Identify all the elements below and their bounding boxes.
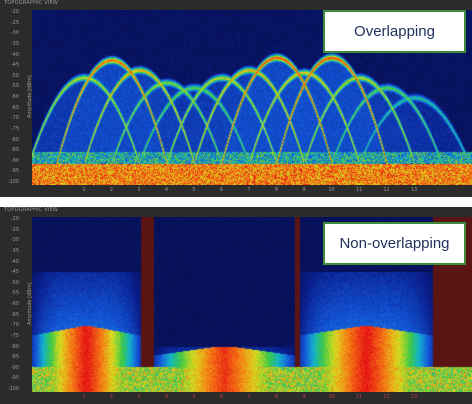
x-tick-label: 12 bbox=[383, 187, 390, 193]
x-tick-label: 4 bbox=[164, 187, 169, 193]
x-tick-label: 3 bbox=[137, 394, 141, 400]
y-tick-label: -90 bbox=[10, 157, 19, 164]
y-tick-label: -95 bbox=[10, 375, 19, 382]
spectrum-panel-non-overlapping: TOPOGRAPHIC VIEW -20 -25 -30 -35 -40 -45 -50 -5… bbox=[0, 207, 472, 404]
x-tick-label: 8 bbox=[274, 394, 279, 400]
y-tick-label: -60 bbox=[10, 301, 19, 307]
x-tick-label: 9 bbox=[302, 187, 306, 193]
y-tick-label: -35 bbox=[10, 247, 19, 254]
y-tick-label: -55 bbox=[10, 290, 19, 297]
x-tick-label: 3 bbox=[137, 187, 141, 193]
annotation-non-overlapping: Non-overlapping bbox=[323, 222, 466, 265]
x-tick-label: 6 bbox=[219, 187, 224, 193]
y-tick-label: -100 bbox=[7, 179, 19, 185]
y-tick-label: -40 bbox=[10, 258, 19, 265]
x-axis-ticks: 1 2 3 4 5 6 7 8 9 10 11 12 13 bbox=[32, 394, 472, 402]
y-tick-label: -90 bbox=[10, 364, 19, 371]
x-tick-label: 8 bbox=[274, 187, 279, 193]
panel-title: TOPOGRAPHIC VIEW bbox=[4, 0, 59, 6]
y-tick-label: -95 bbox=[10, 168, 19, 175]
x-tick-label: 7 bbox=[247, 187, 251, 193]
y-tick-label: -75 bbox=[10, 125, 19, 132]
y-tick-label: -45 bbox=[10, 269, 19, 276]
y-tick-label: -30 bbox=[10, 237, 19, 244]
y-tick-label: -40 bbox=[10, 51, 19, 58]
y-tick-label: -55 bbox=[10, 83, 19, 90]
x-tick-label: 4 bbox=[164, 394, 169, 400]
y-tick-label: -25 bbox=[10, 226, 19, 233]
x-tick-label: 5 bbox=[192, 394, 196, 400]
y-tick-label: -70 bbox=[10, 322, 19, 329]
x-tick-label: 6 bbox=[219, 394, 224, 400]
y-tick-label: -25 bbox=[10, 19, 19, 26]
y-tick-label: -100 bbox=[7, 386, 19, 392]
x-tick-label: 1 bbox=[82, 187, 86, 193]
x-tick-label: 2 bbox=[109, 394, 114, 400]
y-axis-ticks: -20 -25 -30 -35 -40 -45 -50 -55 -60 -65 -70 -75 -80 -… bbox=[0, 10, 22, 185]
x-tick-label: 1 bbox=[82, 394, 86, 400]
y-tick-label: -80 bbox=[10, 343, 19, 350]
x-axis-ticks: 1 2 3 4 5 6 7 8 9 10 11 12 13 bbox=[32, 187, 472, 195]
x-tick-label: 11 bbox=[355, 187, 363, 193]
x-tick-label: 12 bbox=[383, 394, 390, 400]
y-tick-label: -20 bbox=[10, 216, 19, 222]
y-axis-ticks: -20 -25 -30 -35 -40 -45 -50 -55 -60 -65 -70 -75 -80 -… bbox=[0, 217, 22, 392]
y-tick-label: -50 bbox=[10, 72, 19, 79]
x-tick-label: 2 bbox=[109, 187, 114, 193]
y-tick-label: -45 bbox=[10, 62, 19, 69]
x-tick-label: 9 bbox=[302, 394, 306, 400]
y-tick-label: -50 bbox=[10, 279, 19, 286]
x-tick-label: 7 bbox=[247, 394, 251, 400]
y-tick-label: -85 bbox=[10, 147, 19, 154]
x-tick-label: 10 bbox=[328, 187, 335, 193]
x-tick-label: 10 bbox=[328, 394, 335, 400]
x-tick-label: 11 bbox=[355, 394, 363, 400]
spectrum-panel-overlapping: TOPOGRAPHIC VIEW -20 -25 -30 -35 -40 -45 -50 -5… bbox=[0, 0, 472, 197]
y-tick-label: -30 bbox=[10, 30, 19, 37]
x-tick-label: 13 bbox=[410, 187, 418, 193]
y-tick-label: -75 bbox=[10, 332, 19, 339]
y-tick-label: -35 bbox=[10, 40, 19, 47]
x-tick-label: 5 bbox=[192, 187, 196, 193]
y-tick-label: -60 bbox=[10, 94, 19, 100]
x-tick-label: 13 bbox=[410, 394, 418, 400]
y-tick-label: -65 bbox=[10, 104, 19, 111]
annotation-overlapping: Overlapping bbox=[323, 10, 466, 53]
y-tick-label: -80 bbox=[10, 136, 19, 143]
y-tick-label: -20 bbox=[10, 9, 19, 15]
y-tick-label: -70 bbox=[10, 115, 19, 122]
y-tick-label: -65 bbox=[10, 311, 19, 318]
panel-title: TOPOGRAPHIC VIEW bbox=[4, 207, 59, 213]
y-tick-label: -85 bbox=[10, 354, 19, 361]
